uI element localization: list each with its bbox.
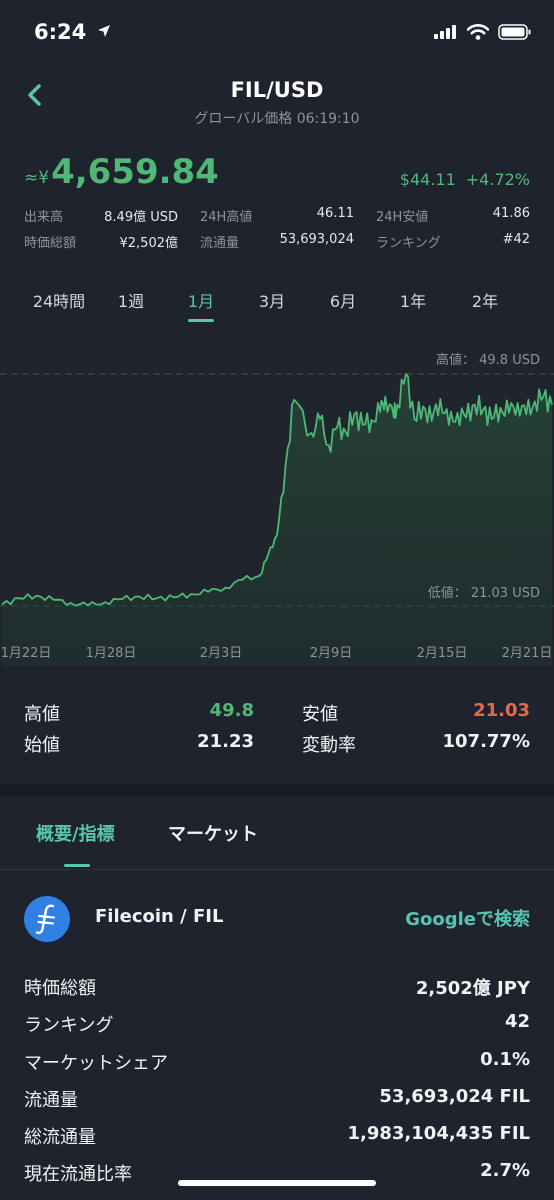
filecoin-logo-icon [24,896,70,942]
stats-row: 出来高 8.49億 USD 24H高値 46.11 24H安値 41.86 [24,202,530,228]
tab-overview[interactable]: 概要/指標 [36,820,115,846]
summary-change-label: 変動率 [302,735,356,756]
tab-6m[interactable]: 6月 [330,288,356,312]
info-value: 0.1% [480,1048,530,1070]
section-divider [0,784,554,796]
info-label: 時価総額 [24,978,96,999]
detail-tabs: 概要/指標 マーケット [0,796,554,870]
tab-2y[interactable]: 2年 [472,288,498,312]
price-value: 4,659.84 [51,152,219,192]
battery-icon [498,24,531,40]
tab-1w[interactable]: 1週 [118,288,144,312]
home-indicator[interactable] [178,1180,376,1186]
info-label: 流通量 [24,1089,78,1111]
stat-label: 時価総額 [24,235,77,251]
stat-label: 流通量 [200,235,240,251]
coin-name: Filecoin / FIL [95,906,224,927]
info-row-market-share: マーケットシェア 0.1% [24,1049,530,1086]
price-change-abs: $44.11 [399,170,456,189]
stat-label: 出来高 [24,209,64,225]
clock-text: 6:24 [34,20,87,44]
info-row-market-cap: 時価総額 2,502億 JPY [24,974,530,1011]
stat-value: ¥2,502億 [119,235,179,251]
stat-market-cap: 時価総額 ¥2,502億 [24,232,178,251]
x-tick-label: 2月9日 [309,646,353,661]
price-prefix: ≈¥ [24,168,50,188]
signal-icon [434,25,456,39]
range-tab-indicator [188,319,214,322]
stat-label: 24H安値 [376,209,429,225]
chart-low-label: 低値： 21.03 USD [427,586,540,601]
stat-ranking: ランキング #42 [376,232,530,251]
page-title: FIL/USD [230,78,324,102]
info-label: マーケットシェア [24,1052,168,1074]
price-chart[interactable]: 高値： 49.8 USD 低値： 21.03 USD 1月22日 1月28日 2… [0,336,554,666]
info-value: 2,502億 JPY [415,978,530,999]
summary-high-label: 高値 [24,704,60,725]
stat-value: 41.86 [492,205,530,221]
x-tick-label: 1月22日 [0,646,52,661]
stat-label: 24H高値 [200,209,253,225]
tab-1y[interactable]: 1年 [400,288,426,312]
summary-low-label: 安値 [302,704,338,725]
stat-circulating: 流通量 53,693,024 [200,232,354,251]
summary-low-value: 21.03 [473,700,530,721]
info-value: 53,693,024 FIL [379,1085,530,1107]
tab-3m[interactable]: 3月 [259,288,285,312]
x-axis: 1月22日 1月28日 2月3日 2月9日 2月15日 2月21日 [0,642,554,662]
price-chart-svg [0,336,554,666]
period-summary: 高値 49.8 安値 21.03 始値 21.23 変動率 107.77% [24,700,530,762]
detail-tab-indicator [64,864,90,867]
stats-grid: 出来高 8.49億 USD 24H高値 46.11 24H安値 41.86 時価総額 ¥… [24,202,530,254]
coin-info-list: 時価総額 2,502億 JPY ランキング 42 マーケットシェア 0.1% 流通量 5… [24,974,530,1198]
x-tick-label: 2月3日 [199,646,243,661]
range-tabs: 24時間 1週 1月 3月 6月 1年 2年 [0,286,554,322]
tab-24h[interactable]: 24時間 [33,288,85,312]
x-tick-label: 2月15日 [416,646,468,661]
summary-open-value: 21.23 [197,731,254,752]
info-value: 2.7% [480,1160,530,1182]
stat-24h-low: 24H安値 41.86 [376,206,530,225]
summary-high-value: 49.8 [209,700,254,721]
price-change-pct: +4.72% [465,170,530,189]
info-label: 総流通量 [24,1127,96,1149]
wifi-icon [467,24,489,40]
stats-row: 時価総額 ¥2,502億 流通量 53,693,024 ランキング #42 [24,228,530,254]
x-tick-label: 2月21日 [501,646,553,661]
price-change: $44.11 +4.72% [400,170,530,189]
status-time: 6:24 [34,20,111,44]
stat-24h-high: 24H高値 46.11 [200,206,354,225]
stat-value: #42 [502,231,530,247]
coin-row: Filecoin / FIL Googleで検索 [24,896,530,942]
location-arrow-icon [97,25,110,37]
info-label: 現在流通比率 [24,1164,132,1186]
status-bar: 6:24 [0,0,554,64]
filecoin-glyph [35,904,56,935]
x-tick-label: 1月28日 [85,646,137,661]
status-icons [434,24,532,40]
summary-change-value: 107.77% [442,731,531,752]
info-row-ranking: ランキング 42 [24,1011,530,1048]
summary-open-label: 始値 [24,735,60,756]
info-row-total-supply: 総流通量 1,983,104,435 FIL [24,1123,530,1160]
stat-value: 53,693,024 [279,231,354,247]
info-value: 1,983,104,435 FIL [347,1123,531,1145]
stat-volume: 出来高 8.49億 USD [24,206,178,225]
stat-value: 8.49億 USD [104,209,178,225]
tab-market[interactable]: マーケット [168,820,258,846]
info-row-circulating: 流通量 53,693,024 FIL [24,1086,530,1123]
stat-value: 46.11 [316,205,354,221]
price-timestamp: グローバル価格 06:19:10 [194,111,360,127]
price-row: ≈¥ 4,659.84 $44.11 +4.72% [24,152,530,196]
info-label: ランキング [24,1015,114,1037]
google-search-link[interactable]: Googleで検索 [405,905,530,931]
info-value: 42 [504,1011,530,1033]
nav-header: FIL/USD グローバル価格 06:19:10 [0,72,554,132]
summary-row: 高値 49.8 安値 21.03 [24,700,530,731]
summary-row: 始値 21.23 変動率 107.77% [24,731,530,762]
current-price: ≈¥ 4,659.84 [24,152,219,192]
stat-label: ランキング [376,235,441,251]
chart-high-label: 高値： 49.8 USD [436,353,540,368]
tab-1m[interactable]: 1月 [188,288,214,312]
